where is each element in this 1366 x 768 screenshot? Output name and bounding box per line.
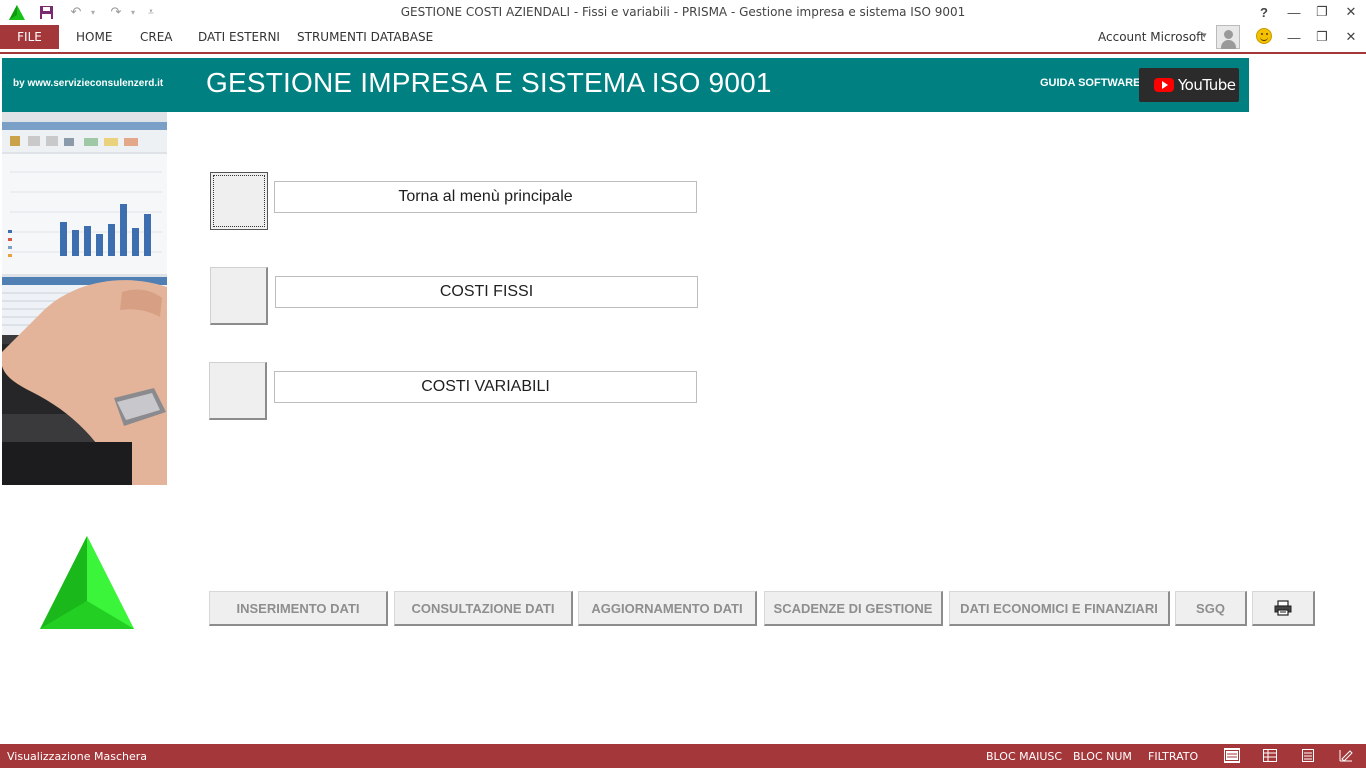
view-status: Visualizzazione Maschera	[7, 750, 147, 763]
torna-menu-button[interactable]	[210, 172, 268, 230]
printer-icon	[1274, 600, 1292, 616]
form-header: by www.servizieconsulenzerd.it GESTIONE …	[2, 58, 1249, 112]
account-link[interactable]: Account Microsoft	[1098, 30, 1205, 44]
doc-restore-button[interactable]: ❐	[1311, 27, 1333, 47]
torna-menu-label: Torna al menù principale	[274, 181, 697, 213]
youtube-label: YouTube	[1178, 76, 1236, 94]
guide-label: GUIDA SOFTWARE	[1040, 77, 1141, 89]
close-button[interactable]: ✕	[1340, 2, 1362, 22]
layout-view-icon[interactable]	[1300, 748, 1316, 763]
design-view-icon[interactable]	[1338, 748, 1354, 763]
doc-minimize-button[interactable]: —	[1283, 27, 1305, 47]
status-bar: Visualizzazione Maschera BLOC MAIUSC BLO…	[0, 744, 1366, 768]
nav-inserimento-dati[interactable]: INSERIMENTO DATI	[209, 591, 388, 626]
minimize-button[interactable]: —	[1283, 2, 1305, 22]
youtube-play-icon	[1154, 78, 1174, 92]
filter-status: FILTRATO	[1148, 750, 1199, 763]
datasheet-view-icon[interactable]	[1262, 748, 1278, 763]
form-view-icon[interactable]	[1224, 748, 1240, 763]
tab-crea[interactable]: CREA	[140, 30, 173, 44]
nav-aggiornamento-dati[interactable]: AGGIORNAMENTO DATI	[578, 591, 757, 626]
costi-variabili-label: COSTI VARIABILI	[274, 371, 697, 403]
feedback-smiley-icon[interactable]	[1256, 28, 1272, 44]
header-photo	[2, 112, 167, 485]
doc-close-button[interactable]: ✕	[1340, 27, 1362, 47]
account-caret-icon[interactable]: ▾	[1202, 30, 1207, 41]
nav-consultazione-dati[interactable]: CONSULTAZIONE DATI	[394, 591, 573, 626]
tab-strumenti-database[interactable]: STRUMENTI DATABASE	[297, 30, 433, 44]
nav-sgq[interactable]: SGQ	[1175, 591, 1247, 626]
tab-home[interactable]: HOME	[76, 30, 112, 44]
avatar[interactable]	[1216, 25, 1240, 49]
nav-scadenze-gestione[interactable]: SCADENZE DI GESTIONE	[764, 591, 943, 626]
window-title: GESTIONE COSTI AZIENDALI - Fissi e varia…	[400, 5, 966, 19]
restore-button[interactable]: ❐	[1311, 2, 1333, 22]
tab-dati-esterni[interactable]: DATI ESTERNI	[198, 30, 280, 44]
caps-lock-status: BLOC MAIUSC	[986, 750, 1063, 763]
print-button[interactable]	[1252, 591, 1315, 626]
title-bar: ↶ ▾ ↷ ▾ ⩡ GESTIONE COSTI AZIENDALI - Fis…	[0, 0, 1366, 24]
nav-dati-economici[interactable]: DATI ECONOMICI E FINANZIARI	[949, 591, 1170, 626]
num-lock-status: BLOC NUM	[1073, 750, 1132, 763]
help-icon[interactable]: ?	[1253, 2, 1275, 22]
tab-file[interactable]: FILE	[0, 25, 59, 49]
ribbon-tabs: FILE HOME CREA DATI ESTERNI STRUMENTI DA…	[0, 24, 1366, 50]
byline-text: by www.servizieconsulenzerd.it	[13, 78, 164, 89]
youtube-button[interactable]: YouTube	[1139, 68, 1239, 102]
page-title: GESTIONE IMPRESA E SISTEMA ISO 9001	[206, 67, 772, 98]
costi-fissi-label: COSTI FISSI	[275, 276, 698, 308]
prisma-logo	[37, 531, 137, 631]
costi-variabili-button[interactable]	[209, 362, 267, 420]
costi-fissi-button[interactable]	[210, 267, 268, 325]
